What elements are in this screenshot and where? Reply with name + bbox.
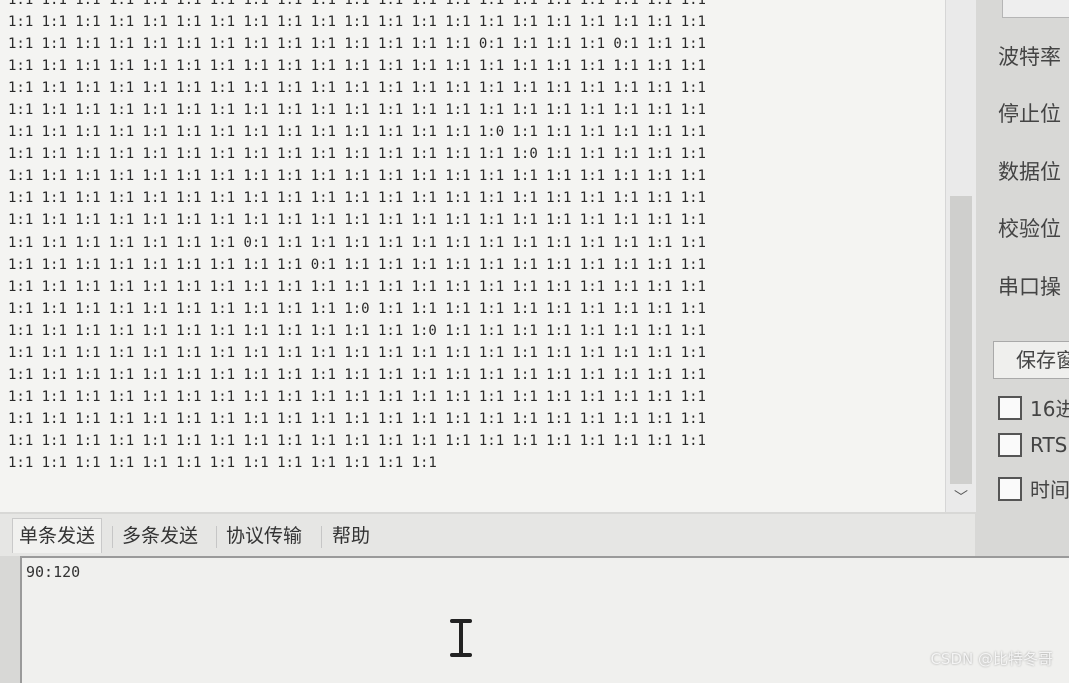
receive-line: 1:1 1:1 1:1 1:1 1:1 1:1 1:1 1:1 1:1 1:1 … [8, 454, 437, 471]
receive-line: 1:1 1:1 1:1 1:1 1:1 1:1 1:1 1:1 1:1 1:1 … [8, 366, 706, 383]
receive-text-area[interactable]: 1:1 1:1 1:1 1:1 1:1 1:1 1:1 1:1 1:1 1:1 … [0, 0, 945, 512]
tab-divider [112, 526, 113, 548]
rts-checkbox[interactable] [998, 433, 1022, 457]
receive-data-lines: 1:1 1:1 1:1 1:1 1:1 1:1 1:1 1:1 1:1 1:1 … [8, 0, 706, 474]
receive-line: 1:1 1:1 1:1 1:1 1:1 1:1 1:1 1:1 1:1 1:1 … [8, 300, 706, 317]
baud-rate-label: 波特率 [998, 45, 1061, 69]
hex-checkbox[interactable] [998, 395, 1022, 420]
send-input[interactable]: 90:120 [20, 556, 1069, 683]
text-cursor-icon [450, 619, 472, 657]
rts-option[interactable]: RTS [998, 433, 1067, 459]
receive-line: 1:1 1:1 1:1 1:1 1:1 1:1 1:1 1:1 1:1 1:1 … [8, 146, 706, 163]
receive-line: 1:1 1:1 1:1 1:1 1:1 1:1 1:1 1:1 1:1 1:1 … [8, 124, 706, 141]
send-input-text: 90:120 [26, 563, 81, 581]
receive-line: 1:1 1:1 1:1 1:1 1:1 1:1 1:1 1:1 1:1 1:1 … [8, 58, 706, 75]
tab-help[interactable]: 帮助 [326, 521, 376, 551]
receive-scrollbar[interactable]: ﹀ [945, 0, 976, 512]
data-bits-label: 数据位 [998, 160, 1061, 184]
timestamp-option[interactable]: 时间 [998, 474, 1069, 502]
scrollbar-thumb[interactable] [950, 196, 972, 484]
tab-divider [321, 526, 322, 548]
parity-label: 校验位 [998, 217, 1061, 241]
receive-line: 1:1 1:1 1:1 1:1 1:1 1:1 1:1 1:1 1:1 1:1 … [8, 102, 706, 119]
hex-checkbox-label: 16进 [1030, 397, 1069, 421]
tab-multi-send[interactable]: 多条发送 [116, 521, 204, 551]
receive-line: 1:1 1:1 1:1 1:1 1:1 1:1 1:1 1:1 1:1 1:1 … [8, 388, 706, 405]
receive-line: 1:1 1:1 1:1 1:1 1:1 1:1 1:1 0:1 1:1 1:1 … [8, 234, 706, 251]
rts-checkbox-label: RTS [1030, 433, 1068, 457]
port-operation-label: 串口操 [998, 275, 1061, 299]
receive-line: 1:1 1:1 1:1 1:1 1:1 1:1 1:1 1:1 1:1 1:1 … [8, 80, 706, 97]
receive-line: 1:1 1:1 1:1 1:1 1:1 1:1 1:1 1:1 1:1 1:1 … [8, 14, 706, 31]
settings-panel: 波特率 停止位 数据位 校验位 串口操 保存窗 16进 RTS 时间 [978, 0, 1069, 515]
receive-line: 1:1 1:1 1:1 1:1 1:1 1:1 1:1 1:1 1:1 1:1 … [8, 432, 706, 449]
timestamp-checkbox-label: 时间 [1030, 478, 1069, 502]
receive-line: 1:1 1:1 1:1 1:1 1:1 1:1 1:1 1:1 1:1 1:1 … [8, 344, 706, 361]
receive-line: 1:1 1:1 1:1 1:1 1:1 1:1 1:1 1:1 1:1 1:1 … [8, 0, 706, 8]
chevron-down-icon[interactable]: ﹀ [946, 486, 976, 510]
receive-line: 1:1 1:1 1:1 1:1 1:1 1:1 1:1 1:1 1:1 0:1 … [8, 256, 706, 273]
tab-divider [216, 526, 217, 548]
receive-line: 1:1 1:1 1:1 1:1 1:1 1:1 1:1 1:1 1:1 1:1 … [8, 190, 706, 207]
tab-single-send[interactable]: 单条发送 [12, 518, 103, 553]
tab-protocol-transfer[interactable]: 协议传输 [220, 521, 308, 551]
receive-line: 1:1 1:1 1:1 1:1 1:1 1:1 1:1 1:1 1:1 1:1 … [8, 212, 706, 229]
receive-line: 1:1 1:1 1:1 1:1 1:1 1:1 1:1 1:1 1:1 1:1 … [8, 36, 706, 53]
timestamp-checkbox[interactable] [998, 476, 1022, 501]
stop-bits-label: 停止位 [998, 102, 1061, 126]
top-field[interactable] [1002, 0, 1069, 18]
send-tab-bar: 单条发送 多条发送 协议传输 帮助 [0, 514, 975, 556]
watermark: CSDN @比特冬哥 [930, 650, 1053, 668]
save-window-button[interactable]: 保存窗 [993, 341, 1069, 379]
hex-display-option[interactable]: 16进 [998, 393, 1069, 421]
receive-line: 1:1 1:1 1:1 1:1 1:1 1:1 1:1 1:1 1:1 1:1 … [8, 322, 706, 339]
receive-line: 1:1 1:1 1:1 1:1 1:1 1:1 1:1 1:1 1:1 1:1 … [8, 410, 706, 427]
receive-line: 1:1 1:1 1:1 1:1 1:1 1:1 1:1 1:1 1:1 1:1 … [8, 168, 706, 185]
receive-line: 1:1 1:1 1:1 1:1 1:1 1:1 1:1 1:1 1:1 1:1 … [8, 278, 706, 295]
